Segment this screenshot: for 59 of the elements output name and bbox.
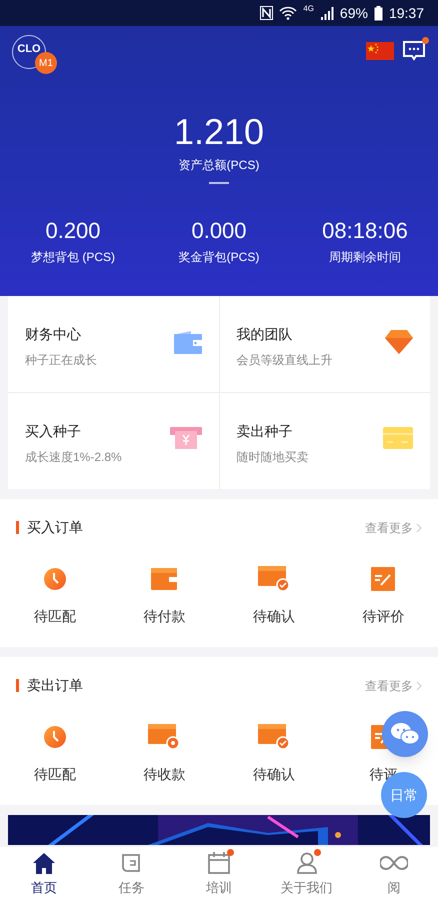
order-status-item[interactable]: 待确认 [219, 724, 328, 785]
battery-percent: 69% [340, 4, 368, 22]
review-icon [371, 566, 396, 592]
card-subtitle: 成长速度1%-2.8% [25, 449, 122, 466]
stat-value: 0.200 [45, 218, 101, 244]
stat-label: 梦想背包 (PCS) [31, 249, 115, 266]
chat-bubbles-icon [390, 722, 420, 746]
flag-icon[interactable] [366, 42, 394, 60]
total-assets-label: 资产总额(PCS) [178, 157, 260, 174]
network-type: 4G [303, 3, 314, 15]
wifi-icon [279, 6, 298, 20]
card-icon [383, 427, 413, 449]
card-title: 财务中心 [25, 325, 82, 344]
feature-card[interactable]: 买入种子 成长速度1%-2.8% [8, 393, 218, 489]
wallet-icon [151, 566, 178, 592]
card-title: 买入种子 [25, 422, 82, 441]
level-badge: M1 [35, 52, 57, 74]
card-title: 卖出种子 [236, 422, 294, 441]
chevron-icon [416, 680, 422, 690]
total-assets-value: 1.210 [174, 112, 264, 152]
check-icon [258, 724, 290, 750]
stat-label: 周期剩余时间 [329, 249, 401, 266]
order-status-item[interactable]: 待匹配 [0, 724, 110, 785]
stat-label: 奖金背包(PCS) [178, 249, 260, 266]
tab-item[interactable]: 首页 [0, 847, 88, 900]
card-subtitle: 会员等级直线上升 [236, 352, 332, 369]
order-status-item[interactable]: 待匹配 [0, 566, 110, 627]
card-title: 我的团队 [236, 325, 294, 344]
home-icon [32, 851, 56, 876]
stat-value: 08:18:06 [322, 218, 408, 244]
ticket-icon [170, 427, 202, 449]
section-title: 卖出订单 [27, 676, 83, 695]
message-icon[interactable] [402, 40, 426, 62]
order-status-item[interactable]: 待评价 [328, 566, 438, 627]
feature-card[interactable]: 卖出种子 随时随地买卖 [220, 393, 430, 489]
nfc-icon [260, 6, 274, 20]
tab-item[interactable]: 阅 [350, 847, 438, 900]
stat-value: 0.000 [191, 218, 247, 244]
order-status-item[interactable]: 待确认 [219, 566, 328, 627]
tab-item[interactable]: 关于我们 [262, 847, 350, 900]
tab-item[interactable]: 任务 [88, 847, 176, 900]
order-status-item[interactable]: 待收款 [110, 724, 219, 785]
battery-icon [374, 6, 383, 20]
card-subtitle: 随时随地买卖 [236, 449, 308, 466]
clock-icon [42, 566, 67, 592]
check-icon [258, 566, 290, 592]
chevron-icon [416, 522, 422, 532]
section-title: 买入订单 [27, 518, 83, 537]
wallet-icon [174, 330, 202, 354]
coin-icon [148, 724, 180, 750]
clock-time: 19:37 [388, 4, 424, 22]
card-subtitle: 种子正在成长 [25, 352, 97, 369]
feature-card[interactable]: 财务中心 种子正在成长 [8, 296, 218, 392]
feature-card[interactable]: 我的团队 会员等级直线上升 [220, 296, 430, 392]
tab-item[interactable]: 培训 [175, 847, 263, 900]
order-status-item[interactable]: 待付款 [110, 566, 219, 627]
clock-icon [42, 724, 67, 750]
gem-icon [385, 330, 413, 354]
signal-icon [320, 6, 334, 20]
